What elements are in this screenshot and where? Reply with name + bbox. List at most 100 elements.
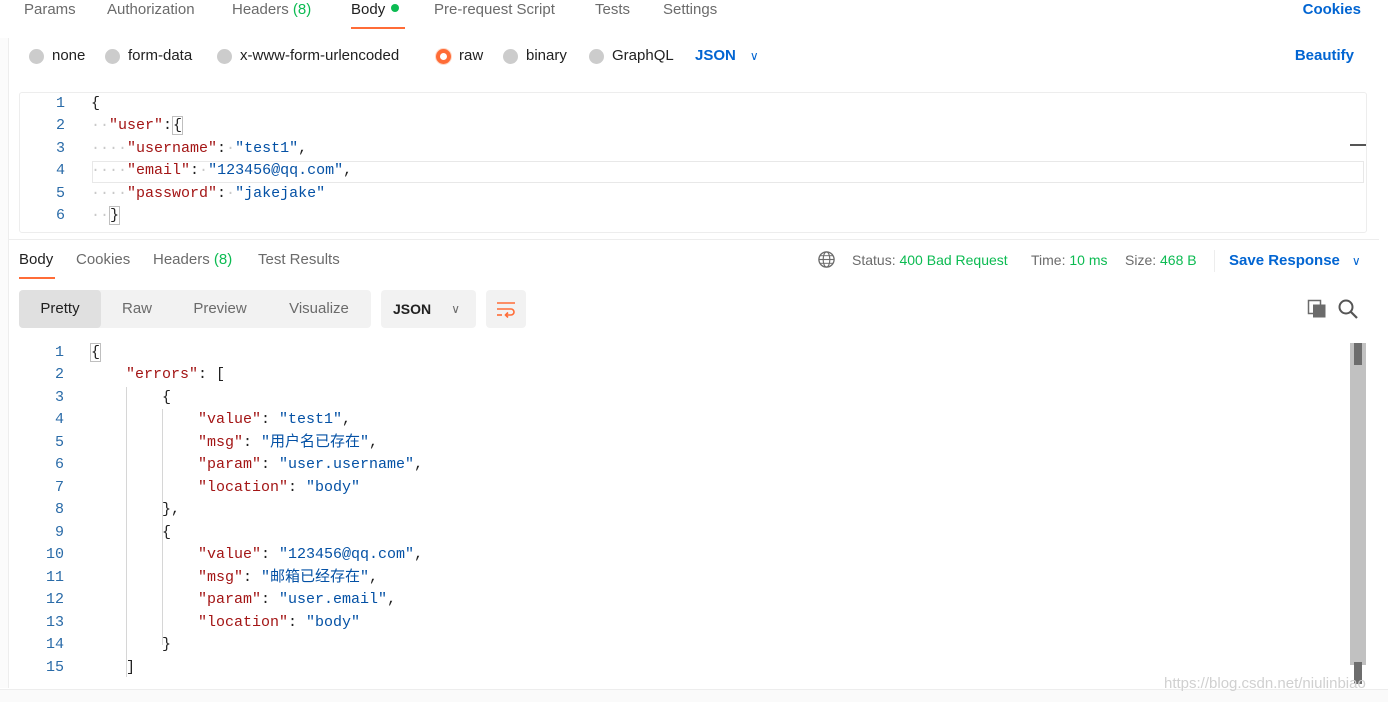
search-icon[interactable]	[1337, 298, 1359, 320]
status-readout[interactable]: Status: 400 Bad Request	[852, 251, 1008, 269]
json-key: "value"	[198, 411, 262, 428]
line-number: 10	[45, 546, 64, 563]
line-number: 4	[55, 162, 65, 179]
line-number: 7	[54, 479, 64, 496]
code-line-10: "value": "123456@qq.com",	[198, 546, 424, 563]
code-line-2: ··"user":{	[91, 116, 184, 135]
tab-settings[interactable]: Settings	[663, 0, 717, 30]
line-number: 13	[45, 614, 64, 631]
left-edge-strip	[0, 38, 9, 688]
code-line-11: "msg": "邮箱已经存在",	[198, 569, 379, 586]
radio-none[interactable]: none	[29, 46, 85, 66]
code-line-6: "param": "user.username",	[198, 456, 424, 473]
json-brace: }	[162, 636, 172, 653]
time-value: 10 ms	[1069, 252, 1108, 268]
save-response-button[interactable]: Save Response ∨	[1229, 251, 1361, 271]
json-key: "value"	[198, 546, 262, 563]
response-tab-headers-label: Headers	[153, 251, 210, 268]
cookies-link[interactable]: Cookies	[1303, 0, 1361, 20]
tab-prerequest-label: Pre-request Script	[434, 1, 555, 18]
scrollbar-thumb[interactable]	[1350, 343, 1366, 665]
body-indicator-dot	[391, 4, 400, 12]
json-brace: {	[90, 343, 102, 362]
radio-circle	[589, 48, 604, 64]
view-preview-button[interactable]: Preview	[173, 290, 267, 328]
body-type-selector: none form-data x-www-form-urlencoded raw…	[0, 38, 1388, 76]
json-brace: {	[162, 389, 172, 406]
json-bracket: [	[216, 366, 226, 383]
request-body-editor[interactable]: 1 2 3 4 5 6 { ··"user":{ ····"username":…	[19, 92, 1367, 233]
size-value: 468 B	[1160, 252, 1197, 268]
json-string: "body"	[306, 614, 361, 631]
response-tab-headers[interactable]: Headers (8)	[153, 250, 232, 270]
radio-raw[interactable]: raw	[436, 46, 483, 66]
raw-language-label: JSON	[695, 47, 736, 64]
radio-form-data[interactable]: form-data	[105, 46, 192, 66]
tab-params-label: Params	[24, 1, 76, 18]
radio-graphql[interactable]: GraphQL	[589, 46, 674, 66]
code-line-2: "errors": [	[126, 366, 226, 383]
active-tab-underline	[351, 27, 405, 29]
indent-guide	[126, 387, 127, 677]
tab-body[interactable]: Body	[351, 0, 400, 30]
tab-headers-label: Headers	[232, 1, 289, 18]
radio-binary-label: binary	[526, 47, 567, 64]
line-number: 5	[54, 434, 64, 451]
response-tab-cookies[interactable]: Cookies	[76, 250, 130, 270]
pane-divider[interactable]	[9, 239, 1379, 240]
response-view-switcher: Pretty Raw Preview Visualize	[19, 290, 371, 328]
response-format-dropdown[interactable]: JSON ∨	[381, 290, 476, 328]
view-pretty-button[interactable]: Pretty	[19, 290, 101, 328]
json-string: "user.email"	[279, 591, 388, 608]
tab-settings-label: Settings	[663, 1, 718, 18]
raw-language-dropdown[interactable]: JSON ∨	[695, 46, 759, 66]
tab-authorization-label: Authorization	[107, 1, 195, 18]
chevron-down-icon: ∨	[1351, 254, 1361, 268]
line-number: 14	[45, 636, 64, 653]
json-string: "test1"	[235, 140, 299, 157]
json-bracket: ]	[126, 659, 136, 676]
json-string: "user.username"	[279, 456, 415, 473]
save-response-label: Save Response	[1229, 252, 1340, 269]
size-readout[interactable]: Size: 468 B	[1125, 251, 1197, 269]
line-number: 12	[45, 591, 64, 608]
radio-urlencoded[interactable]: x-www-form-urlencoded	[217, 46, 399, 66]
code-line-9: {	[162, 522, 171, 544]
beautify-button[interactable]: Beautify	[1295, 46, 1354, 66]
radio-none-label: none	[52, 47, 86, 64]
code-line-3: {	[162, 387, 171, 409]
json-string: "test1"	[279, 411, 343, 428]
tab-headers[interactable]: Headers (8)	[232, 0, 311, 30]
response-tab-cookies-label: Cookies	[76, 251, 131, 268]
response-format-label: JSON	[393, 301, 432, 317]
code-line-5: ····"password":·"jakejake"	[91, 185, 326, 202]
radio-urlencoded-label: x-www-form-urlencoded	[240, 47, 400, 64]
radio-circle	[503, 48, 518, 64]
line-number: 3	[54, 389, 64, 406]
status-value: 400 Bad Request	[899, 252, 1008, 268]
tab-params[interactable]: Params	[24, 0, 76, 30]
line-number: 5	[55, 185, 65, 202]
json-key: "email"	[127, 162, 191, 179]
response-body-viewer[interactable]: 1 2 3 4 5 6 7 8 9 10 11 12 13 14 15 { "e…	[19, 342, 1367, 687]
code-line-4: ····"email":·"123456@qq.com",	[91, 162, 353, 179]
view-visualize-button[interactable]: Visualize	[267, 290, 371, 328]
response-tab-test-results[interactable]: Test Results	[258, 250, 340, 270]
json-key: "username"	[127, 140, 218, 157]
code-line-1: {	[90, 342, 102, 364]
response-tab-body[interactable]: Body	[19, 250, 53, 270]
tab-authorization[interactable]: Authorization	[107, 0, 195, 30]
tab-prerequest-script[interactable]: Pre-request Script	[434, 0, 555, 30]
copy-icon[interactable]	[1307, 299, 1327, 319]
wrap-lines-button[interactable]	[486, 290, 526, 328]
radio-binary[interactable]: binary	[503, 46, 567, 66]
json-key: "password"	[127, 185, 218, 202]
json-brace: {	[172, 116, 184, 135]
time-readout[interactable]: Time: 10 ms	[1031, 251, 1108, 269]
line-number: 6	[54, 456, 64, 473]
tab-tests[interactable]: Tests	[595, 0, 630, 30]
view-raw-button[interactable]: Raw	[101, 290, 173, 328]
globe-icon[interactable]	[817, 250, 836, 269]
line-number: 2	[55, 117, 65, 134]
time-label: Time:	[1031, 252, 1066, 268]
